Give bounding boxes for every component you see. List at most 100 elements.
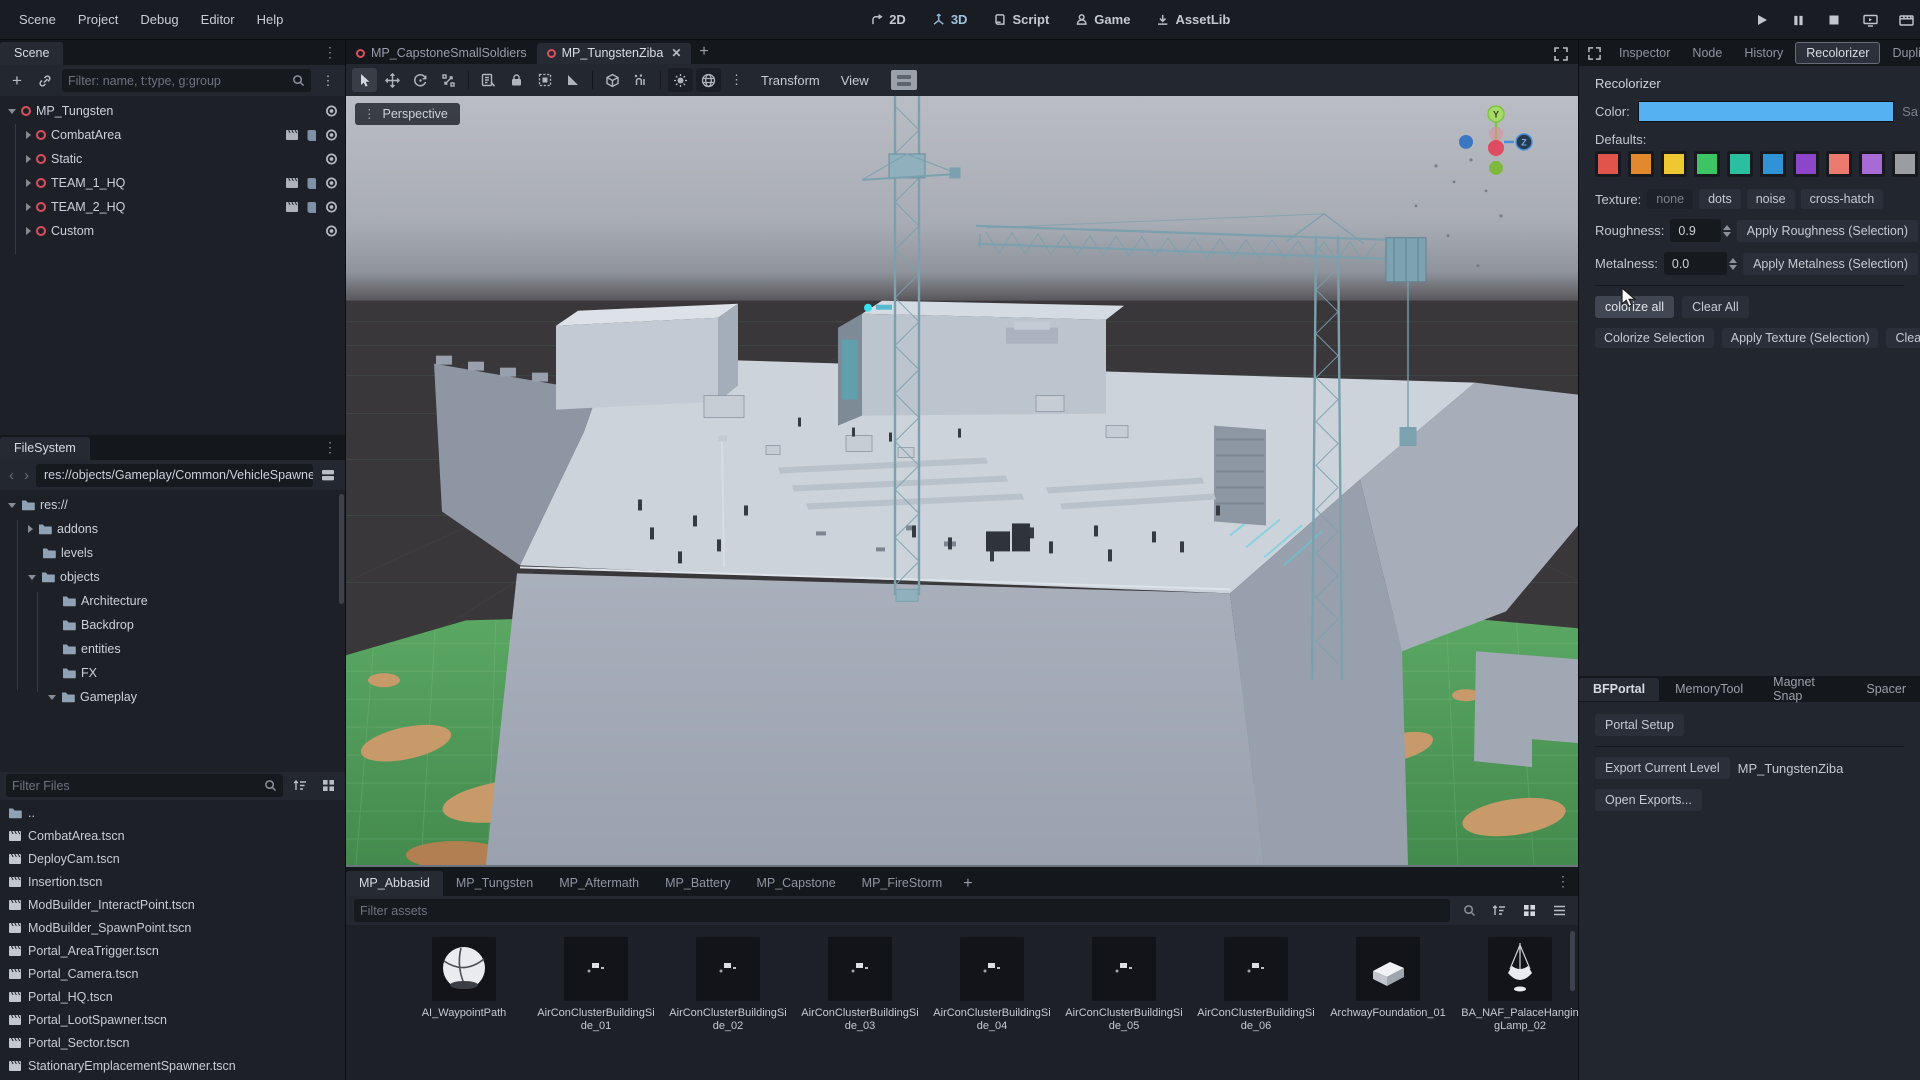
asset-item[interactable]: AirConClusterBuildingSide_06 <box>1194 937 1318 1080</box>
apply-texture-selection-button[interactable]: Apply Texture (Selection) <box>1722 328 1879 348</box>
visibility-eye-icon[interactable] <box>324 176 339 190</box>
texture-option-button[interactable]: none <box>1647 189 1693 209</box>
new-scene-tab-button[interactable]: + <box>691 43 716 64</box>
scene-filter-input[interactable] <box>68 74 292 88</box>
folder-tree-row[interactable]: addons <box>0 517 345 541</box>
chevron-icon[interactable] <box>48 695 56 700</box>
distraction-free-icon[interactable] <box>1544 47 1578 64</box>
asset-item[interactable]: AirConClusterBuildingSide_05 <box>1062 937 1186 1080</box>
scene-tree-row[interactable]: Custom <box>0 219 345 243</box>
tab-scene[interactable]: Scene <box>0 42 63 65</box>
file-row[interactable]: StationaryEmplacementSpawner.tscn <box>0 1055 345 1078</box>
clear-all-button[interactable]: Clear All <box>1682 296 1749 318</box>
file-row[interactable]: Portal_LootSpawner.tscn <box>0 1009 345 1032</box>
nav-back-icon[interactable]: ‹ <box>6 467 17 484</box>
scene-tree-row[interactable]: TEAM_1_HQ <box>0 171 345 195</box>
tab-inspector[interactable]: Inspector <box>1609 43 1680 63</box>
pause-button[interactable] <box>1788 10 1808 30</box>
asset-filter[interactable] <box>354 899 1450 922</box>
chevron-icon[interactable] <box>8 503 16 508</box>
movie-maker-button[interactable] <box>1896 10 1916 30</box>
lock-button[interactable] <box>504 68 529 92</box>
asset-tab[interactable]: MP_FireStorm <box>849 871 956 896</box>
tab-memorytool[interactable]: MemoryTool <box>1661 678 1757 701</box>
file-row[interactable]: .. <box>0 802 345 825</box>
file-view-grid-icon[interactable] <box>317 775 339 797</box>
asset-item[interactable]: ArchwayFoundation_01 <box>1326 937 1450 1080</box>
rotate-tool-button[interactable] <box>408 68 433 92</box>
asset-tab[interactable]: MP_Abbasid <box>346 871 443 896</box>
metalness-input[interactable]: 0.0 <box>1664 252 1727 275</box>
tab-spacer[interactable]: Spacer <box>1852 678 1920 701</box>
color-picker[interactable] <box>1638 101 1894 122</box>
file-row[interactable]: Portal_HQ.tscn <box>0 986 345 1009</box>
asset-scrollbar[interactable] <box>1570 931 1575 991</box>
visibility-eye-icon[interactable] <box>324 224 339 238</box>
scene-tree-row[interactable]: MP_Tungsten <box>0 99 345 123</box>
menu-help[interactable]: Help <box>248 8 293 31</box>
scene-tree-options-icon[interactable]: ⋮ <box>317 70 339 92</box>
chevron-icon[interactable] <box>26 131 31 139</box>
apply-metalness-button[interactable]: Apply Metalness (Selection) <box>1743 253 1918 275</box>
group-button[interactable] <box>532 68 557 92</box>
menu-debug[interactable]: Debug <box>131 8 187 31</box>
workspace-3d-button[interactable]: 3D <box>924 8 976 31</box>
open-exports-button[interactable]: Open Exports... <box>1595 789 1702 811</box>
current-path[interactable]: res://objects/Gameplay/Common/VehicleSpa… <box>36 464 313 487</box>
folder-tree-row[interactable]: res:// <box>0 493 345 517</box>
menu-project[interactable]: Project <box>69 8 127 31</box>
file-filter-input[interactable] <box>12 779 264 793</box>
script-badge-icon[interactable] <box>306 177 317 190</box>
visibility-eye-icon[interactable] <box>324 128 339 142</box>
object-snap-button[interactable] <box>600 68 625 92</box>
tab-filesystem[interactable]: FileSystem <box>0 437 90 460</box>
asset-item[interactable]: AI_WaypointPath <box>402 937 526 1080</box>
roughness-spinner[interactable] <box>1723 225 1731 237</box>
asset-view-list-icon[interactable] <box>1548 900 1570 922</box>
visibility-eye-icon[interactable] <box>324 200 339 214</box>
view-menu[interactable]: View <box>832 69 878 92</box>
apply-roughness-button[interactable]: Apply Roughness (Selection) <box>1737 220 1918 242</box>
chevron-icon[interactable] <box>8 109 16 114</box>
portal-setup-button[interactable]: Portal Setup <box>1595 714 1684 736</box>
menu-scene[interactable]: Scene <box>10 8 65 31</box>
default-color-swatch[interactable] <box>1727 151 1753 177</box>
folder-tree-row[interactable]: entities <box>0 637 345 661</box>
file-row[interactable]: CombatArea.tscn <box>0 825 345 848</box>
default-color-swatch[interactable] <box>1628 151 1654 177</box>
asset-item[interactable]: AirConClusterBuildingSide_04 <box>930 937 1054 1080</box>
chevron-icon[interactable] <box>26 227 31 235</box>
move-tool-button[interactable] <box>380 68 405 92</box>
scene-tab-capstone[interactable]: MP_CapstoneSmallSoldiers <box>346 43 537 64</box>
asset-item[interactable]: AirConClusterBuildingSide_02 <box>666 937 790 1080</box>
asset-view-grid-icon[interactable] <box>1518 900 1540 922</box>
colorize-all-button[interactable]: colorize all <box>1595 296 1674 318</box>
workspace-script-button[interactable]: Script <box>985 8 1057 31</box>
remote-debug-button[interactable] <box>1860 10 1880 30</box>
default-color-swatch[interactable] <box>1793 151 1819 177</box>
preview-options-icon[interactable]: ⋮ <box>724 68 749 92</box>
texture-option-button[interactable]: noise <box>1747 189 1795 209</box>
default-color-swatch[interactable] <box>1892 151 1918 177</box>
scene-tree-row[interactable]: CombatArea <box>0 123 345 147</box>
file-row[interactable]: Portal_AreaTrigger.tscn <box>0 940 345 963</box>
file-row[interactable]: DeployCam.tscn <box>0 848 345 871</box>
asset-filter-input[interactable] <box>360 904 1444 918</box>
close-icon[interactable]: ✕ <box>669 46 681 60</box>
folder-tree-row[interactable]: Architecture <box>0 589 345 613</box>
sort-files-icon[interactable] <box>289 775 311 797</box>
menu-editor[interactable]: Editor <box>192 8 244 31</box>
clapperboard-badge-icon[interactable] <box>285 201 299 213</box>
asset-sort-icon[interactable] <box>1488 900 1510 922</box>
clapperboard-badge-icon[interactable] <box>285 129 299 141</box>
chevron-icon[interactable] <box>28 525 33 533</box>
file-row[interactable]: ModBuilder_InteractPoint.tscn <box>0 894 345 917</box>
file-row[interactable]: Portal_Sector.tscn <box>0 1032 345 1055</box>
filesystem-dock-menu-icon[interactable]: ⋮ <box>315 439 345 460</box>
file-filter[interactable] <box>6 774 283 797</box>
scene-filter[interactable] <box>62 69 311 92</box>
tab-bfportal[interactable]: BFPortal <box>1579 678 1659 701</box>
instance-scene-button[interactable] <box>34 70 56 92</box>
folder-tree-row[interactable]: FX <box>0 661 345 685</box>
vertex-snap-button[interactable] <box>628 68 653 92</box>
